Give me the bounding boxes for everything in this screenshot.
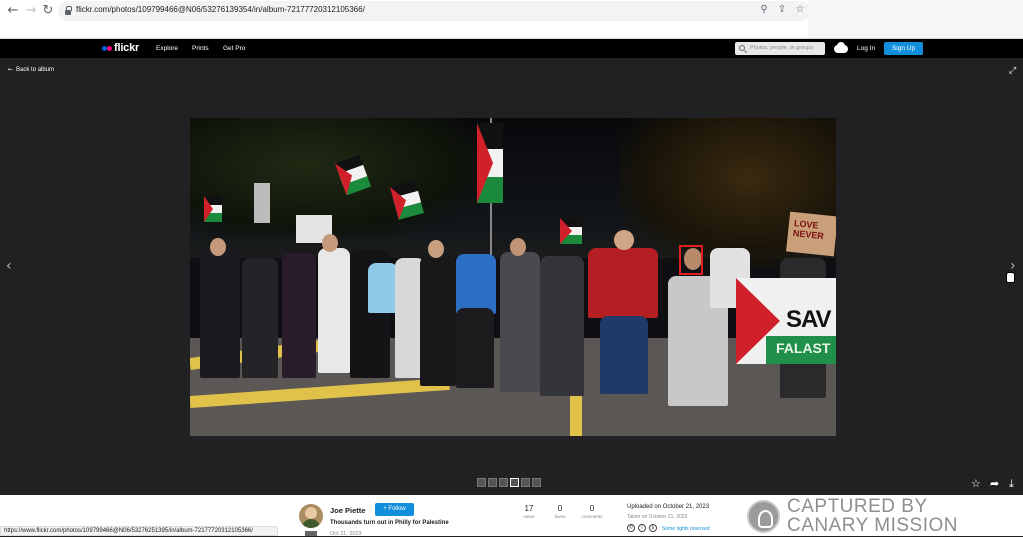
hand-cursor-icon — [1004, 270, 1015, 283]
views-label: views — [523, 514, 535, 519]
back-arrow-icon[interactable]: ← — [6, 4, 20, 18]
upload-cloud-icon[interactable] — [834, 42, 848, 53]
white-flag — [254, 183, 270, 223]
url-text: flickr.com/photos/109799466@N06/53276139… — [76, 5, 365, 14]
zoom-icon[interactable]: ⚲ — [758, 4, 770, 16]
browser-extension-area — [808, 0, 1023, 38]
back-to-album-link[interactable]: ← Back to album — [8, 66, 54, 73]
back-to-album-label: Back to album — [16, 67, 55, 73]
comments-count: 0 — [589, 504, 595, 513]
marcher-blue-jacket — [456, 254, 496, 314]
album-thumbnail[interactable] — [521, 478, 530, 487]
cc-by-icon: i — [638, 524, 646, 532]
album-thumbnail[interactable] — [477, 478, 486, 487]
marcher — [318, 248, 350, 373]
cc-icon: © — [627, 524, 635, 532]
marcher — [200, 248, 240, 378]
owner-name[interactable]: Joe Piette — [330, 506, 365, 515]
lock-icon — [65, 6, 72, 15]
nav-explore[interactable]: Explore — [156, 45, 178, 52]
flickr-logo-icon[interactable] — [102, 46, 114, 52]
album-thumbnail[interactable] — [499, 478, 508, 487]
browser-status-bar: https://www.flickr.com/photos/109799466@… — [0, 526, 278, 536]
banner-text-2: FALAST — [776, 340, 831, 356]
pro-badge — [305, 531, 317, 536]
fave-star-icon[interactable]: ☆ — [971, 478, 981, 490]
marcher — [456, 308, 494, 388]
address-bar[interactable]: flickr.com/photos/109799466@N06/53276139… — [58, 1, 810, 21]
bookmark-star-icon[interactable]: ☆ — [794, 4, 806, 16]
rights-link[interactable]: Some rights reserved — [662, 526, 710, 532]
marcher — [500, 252, 540, 392]
photo-lightbox: ← Back to album ⤢ ‹ › LOVE NEVER SAV FAL… — [0, 58, 1023, 495]
marcher — [282, 253, 316, 378]
cc-nc-icon: $ — [649, 524, 657, 532]
browser-toolbar: ← → ↻ flickr.com/photos/109799466@N06/53… — [0, 0, 1023, 39]
signup-button[interactable]: Sign Up — [884, 42, 923, 55]
uploaded-date: Uploaded on October 21, 2023 — [627, 504, 710, 510]
palestine-flag — [204, 196, 222, 222]
face-highlight-box — [679, 245, 703, 275]
search-input[interactable]: Photos, people, or groups — [735, 42, 825, 55]
head — [210, 238, 226, 256]
head — [428, 240, 444, 258]
album-thumbnail[interactable] — [532, 478, 541, 487]
marcher — [540, 256, 584, 396]
avatar[interactable] — [299, 504, 323, 528]
site-header: flickr Explore Prints Get Pro Photos, pe… — [0, 39, 1023, 58]
photo-title: Thousands turn out in Philly for Palesti… — [330, 520, 449, 526]
nav-prints[interactable]: Prints — [192, 45, 209, 52]
nav-get-pro[interactable]: Get Pro — [223, 45, 245, 52]
marcher — [242, 258, 278, 378]
head — [322, 234, 338, 252]
comments-label: comments — [581, 514, 603, 519]
back-arrow-icon: ← — [8, 66, 14, 73]
search-icon — [739, 45, 745, 51]
login-link[interactable]: Log In — [857, 45, 875, 52]
reload-icon[interactable]: ↻ — [41, 4, 55, 18]
taken-date: Taken on October 21, 2023 — [627, 514, 688, 520]
faves-count: 0 — [557, 504, 563, 513]
search-placeholder: Photos, people, or groups — [750, 45, 813, 51]
flickr-logo[interactable]: flickr — [114, 42, 139, 54]
share-arrow-icon[interactable]: ➦ — [990, 478, 999, 490]
save-palestine-banner: SAV FALAST — [736, 278, 836, 364]
main-photo[interactable]: LOVE NEVER SAV FALAST — [190, 118, 836, 436]
download-icon[interactable]: ⤓ — [1009, 478, 1014, 490]
photo-date: Oct 21, 2023 — [330, 531, 362, 537]
watermark-line-2: CANARY MISSION — [787, 515, 959, 536]
marcher — [420, 256, 456, 386]
photo-trees-left — [190, 118, 480, 238]
fullscreen-icon[interactable]: ⤢ — [1009, 66, 1019, 76]
previous-photo-arrow-icon[interactable]: ‹ — [6, 258, 12, 274]
marcher-red-flannel — [588, 248, 658, 318]
faves-label: faves — [554, 514, 566, 519]
banner-text: SAV — [786, 306, 832, 333]
share-icon[interactable]: ⇪ — [776, 4, 788, 16]
palestine-flag — [477, 123, 503, 203]
forward-arrow-icon[interactable]: → — [24, 4, 38, 18]
album-thumbnail-current[interactable] — [510, 478, 519, 487]
marcher-jeans — [600, 316, 648, 394]
follow-button[interactable]: + Follow — [375, 503, 414, 516]
marcher-blue-hoodie — [368, 263, 398, 313]
views-count: 17 — [524, 504, 534, 513]
album-thumbnail[interactable] — [488, 478, 497, 487]
head — [614, 230, 634, 250]
status-url: https://www.flickr.com/photos/109799466@… — [4, 528, 253, 534]
album-thumbnail-strip[interactable] — [477, 478, 547, 488]
head — [510, 238, 526, 256]
canary-mission-logo — [747, 500, 780, 533]
